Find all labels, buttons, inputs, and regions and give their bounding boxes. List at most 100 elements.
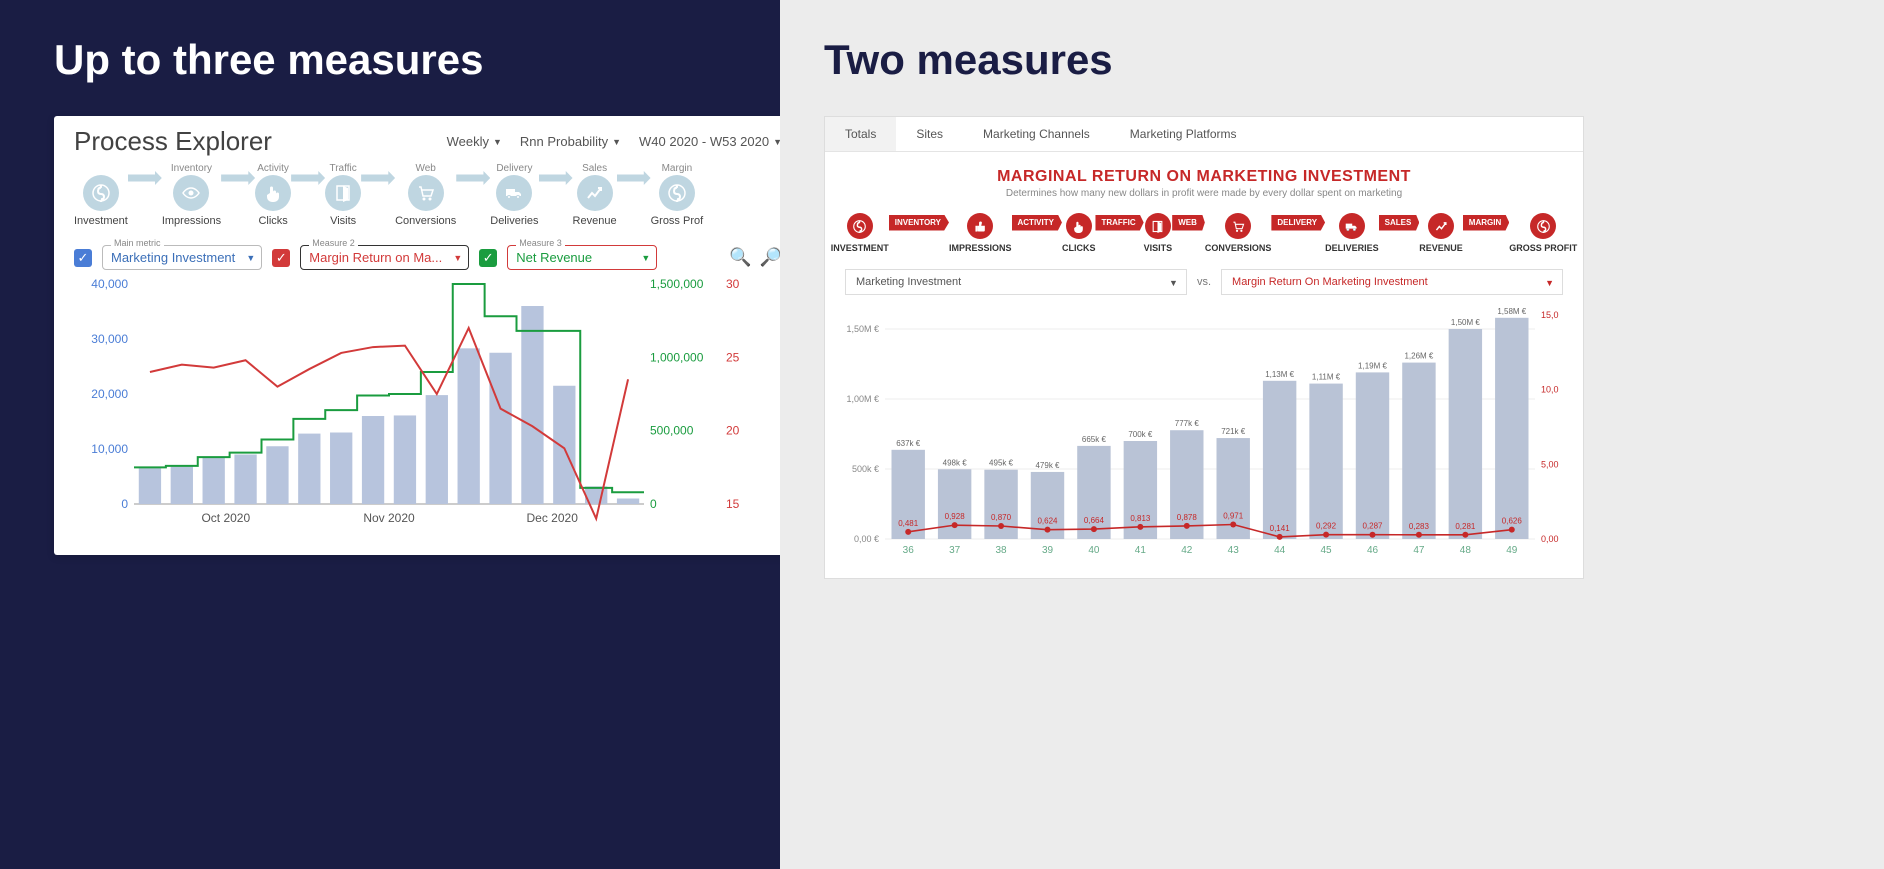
tab-totals[interactable]: Totals xyxy=(825,117,896,151)
period-dropdown[interactable]: W40 2020 - W53 2020▼ xyxy=(639,134,782,149)
chevron-down-icon: ▼ xyxy=(641,253,650,263)
flow-segment-label: WEB xyxy=(1172,215,1205,231)
svg-text:1,000,000: 1,000,000 xyxy=(650,350,704,364)
svg-text:Nov 2020: Nov 2020 xyxy=(363,511,415,525)
svg-text:665k €: 665k € xyxy=(1082,435,1107,444)
svg-text:48: 48 xyxy=(1460,545,1472,556)
flow2-node-deliveries[interactable]: DELIVERIES xyxy=(1325,213,1379,253)
svg-text:777k €: 777k € xyxy=(1175,419,1200,428)
process-flow: Investment InventoryImpressions ActivityCl… xyxy=(74,163,782,227)
flow2-node-clicks[interactable]: CLICKS xyxy=(1062,213,1096,253)
flow-segment-label: TRAFFIC xyxy=(1095,215,1143,231)
svg-text:1,500,000: 1,500,000 xyxy=(650,277,704,291)
flow-node-conversions[interactable]: WebConversions xyxy=(395,163,456,227)
flow-node-deliveries[interactable]: DeliveryDeliveries xyxy=(490,163,538,227)
zoom-in-icon[interactable]: 🔍 xyxy=(729,247,751,268)
svg-text:5,00: 5,00 xyxy=(1541,459,1559,469)
svg-text:36: 36 xyxy=(903,545,915,556)
left-panel: Up to three measures Process Explorer We… xyxy=(0,0,780,869)
flow-node-revenue[interactable]: SalesRevenue xyxy=(573,163,617,227)
svg-text:20: 20 xyxy=(726,424,740,438)
checkbox-measure-3[interactable]: ✓ xyxy=(479,249,497,267)
tab-sites[interactable]: Sites xyxy=(896,117,963,151)
svg-text:38: 38 xyxy=(996,545,1008,556)
tab-marketing-platforms[interactable]: Marketing Platforms xyxy=(1110,117,1257,151)
flow2-node-revenue[interactable]: REVENUE xyxy=(1419,213,1463,253)
truck-icon xyxy=(1339,213,1365,239)
svg-text:495k €: 495k € xyxy=(989,459,1014,468)
svg-text:700k €: 700k € xyxy=(1128,430,1153,439)
svg-text:0,878: 0,878 xyxy=(1177,513,1198,522)
main-metric-select[interactable]: Main metric Marketing Investment▼ xyxy=(102,245,262,270)
flow2-node-investment[interactable]: INVESTMENT xyxy=(831,213,889,253)
svg-text:1,13M €: 1,13M € xyxy=(1265,370,1294,379)
dollar-icon xyxy=(847,213,873,239)
chevron-down-icon: ▼ xyxy=(1169,278,1178,288)
mromi-card: TotalsSitesMarketing ChannelsMarketing P… xyxy=(824,116,1584,579)
svg-text:498k €: 498k € xyxy=(943,458,968,467)
chart-subtitle: Determines how many new dollars in profi… xyxy=(825,188,1583,199)
flow-node-clicks[interactable]: ActivityClicks xyxy=(255,163,291,227)
svg-text:37: 37 xyxy=(949,545,961,556)
cart-icon xyxy=(1225,213,1251,239)
flow2-node-visits[interactable]: VISITS xyxy=(1144,213,1173,253)
flow-arrow-icon xyxy=(221,171,255,185)
svg-text:1,26M €: 1,26M € xyxy=(1404,352,1433,361)
zoom-out-icon[interactable]: 🔎 xyxy=(760,247,782,268)
door-icon xyxy=(325,175,361,211)
measure-3-select[interactable]: Measure 3 Net Revenue▼ xyxy=(507,245,657,270)
flow-arrow-icon xyxy=(128,171,162,185)
tab-marketing-channels[interactable]: Marketing Channels xyxy=(963,117,1110,151)
model-dropdown[interactable]: Rnn Probability▼ xyxy=(520,134,621,149)
hand-icon xyxy=(255,175,291,211)
svg-text:479k €: 479k € xyxy=(1035,461,1060,470)
card-title: Process Explorer xyxy=(74,126,272,157)
svg-text:46: 46 xyxy=(1367,545,1379,556)
process-explorer-chart: 010,00020,00030,00040,0000500,0001,000,0… xyxy=(74,274,774,534)
svg-text:30: 30 xyxy=(726,277,740,291)
svg-text:1,00M €: 1,00M € xyxy=(846,394,879,404)
checkbox-main-metric[interactable]: ✓ xyxy=(74,249,92,267)
chevron-down-icon: ▼ xyxy=(453,253,462,263)
svg-text:1,11M €: 1,11M € xyxy=(1312,373,1341,382)
svg-text:0,287: 0,287 xyxy=(1362,522,1383,531)
process-flow-red: INVESTMENTINVENTORYIMPRESSIONSACTIVITYCL… xyxy=(825,213,1583,253)
svg-text:0,481: 0,481 xyxy=(898,519,919,528)
svg-text:500,000: 500,000 xyxy=(650,424,694,438)
chevron-down-icon: ▼ xyxy=(612,137,621,147)
svg-text:0: 0 xyxy=(650,497,657,511)
flow-segment-label: INVENTORY xyxy=(889,215,949,231)
chevron-down-icon: ▼ xyxy=(493,137,502,147)
svg-text:41: 41 xyxy=(1135,545,1147,556)
svg-text:30,000: 30,000 xyxy=(91,332,128,346)
svg-text:637k €: 637k € xyxy=(896,439,921,448)
svg-text:0,928: 0,928 xyxy=(945,512,966,521)
interval-dropdown[interactable]: Weekly▼ xyxy=(447,134,502,149)
flow-node-investment[interactable]: Investment xyxy=(74,163,128,227)
dollar-icon xyxy=(83,175,119,211)
flow-node-visits[interactable]: TrafficVisits xyxy=(325,163,361,227)
flow2-node-impressions[interactable]: IMPRESSIONS xyxy=(949,213,1012,253)
tab-bar: TotalsSitesMarketing ChannelsMarketing P… xyxy=(825,117,1583,152)
svg-text:25: 25 xyxy=(726,350,740,364)
svg-text:1,58M €: 1,58M € xyxy=(1497,307,1526,316)
svg-text:0,00 €: 0,00 € xyxy=(854,534,879,544)
chevron-down-icon: ▼ xyxy=(1545,278,1554,288)
flow2-node-gross-profit[interactable]: GROSS PROFIT xyxy=(1509,213,1577,253)
right-measure-select[interactable]: Margin Return On Marketing Investment▼ xyxy=(1221,269,1563,295)
dollar-icon xyxy=(659,175,695,211)
flow-segment-label: DELIVERY xyxy=(1271,215,1325,231)
right-panel: Two measures TotalsSitesMarketing Channe… xyxy=(780,0,1884,869)
svg-text:40: 40 xyxy=(1088,545,1100,556)
checkbox-measure-2[interactable]: ✓ xyxy=(272,249,290,267)
left-measure-select[interactable]: Marketing Investment▼ xyxy=(845,269,1187,295)
svg-text:721k €: 721k € xyxy=(1221,427,1246,436)
flow-segment-label: ACTIVITY xyxy=(1012,215,1062,231)
flow-node-impressions[interactable]: InventoryImpressions xyxy=(162,163,221,227)
hand-icon xyxy=(1066,213,1092,239)
flow-node-gross prof[interactable]: MarginGross Prof xyxy=(651,163,704,227)
flow2-node-conversions[interactable]: CONVERSIONS xyxy=(1205,213,1272,253)
svg-text:0,283: 0,283 xyxy=(1409,522,1430,531)
flow-arrow-icon xyxy=(456,171,490,185)
measure-2-select[interactable]: Measure 2 Margin Return on Ma...▼ xyxy=(300,245,469,270)
